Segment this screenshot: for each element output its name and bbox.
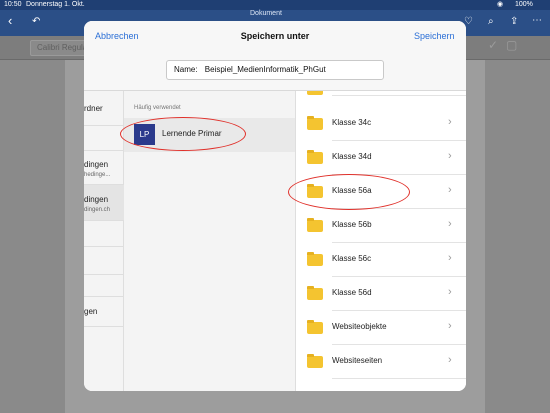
folder-label: Websiteobjekte [332,322,387,331]
folder-row[interactable]: Klasse 56b › [296,209,466,243]
location-blank [84,221,124,247]
chevron-right-icon: › [448,150,452,162]
chevron-right-icon: › [448,252,452,264]
location-item[interactable]: gen [84,297,124,327]
back-icon[interactable]: ‹ [8,13,12,28]
chevron-right-icon: › [448,116,452,128]
share-icon[interactable]: ⇪ [510,16,518,27]
folder-row[interactable]: Websiteseiten › [296,345,466,379]
annotation-circle [120,117,246,151]
window-title: Dokument [250,10,282,17]
folder-icon [307,150,323,164]
folder-row[interactable]: Websiteobjekte › [296,311,466,345]
status-date: Donnerstag 1. Okt. [26,1,85,8]
chevron-right-icon: › [448,286,452,298]
folder-icon [307,116,323,130]
folder-row[interactable]: Klasse 56c › [296,243,466,277]
folder-icon [307,354,323,368]
folder-icon [307,218,323,232]
more-icon[interactable]: ⋯ [532,15,542,26]
folder-icon [307,320,323,334]
folder-label: Klasse 34d [332,152,372,161]
save-button[interactable]: Speichern [414,31,455,41]
chevron-right-icon: › [448,218,452,230]
divider [332,95,466,96]
undo-icon[interactable]: ↶ [32,16,40,27]
status-bar: 10:50 Donnerstag 1. Okt. ◉ 100% [0,0,550,10]
location-blank[interactable] [84,275,124,297]
location-blank [84,126,124,151]
search-icon[interactable]: ⌕ [488,16,494,27]
status-battery: 100% [515,1,533,8]
folder-label: Klasse 56b [332,220,372,229]
status-time: 10:50 [4,1,22,8]
annotation-circle [288,174,410,210]
filename-value[interactable]: Beispiel_MedienInformatik_PhGut [205,65,326,74]
save-as-dialog: Abbrechen Speichern unter Speichern Name… [84,21,466,391]
recent-column: Häufig verwendet LP Lernende Primar [120,91,296,391]
folder-label: Klasse 34c [332,118,372,127]
comment-icon[interactable]: ▢ [506,38,517,52]
chevron-right-icon: › [448,320,452,332]
dialog-title: Speichern unter [240,31,310,41]
folder-icon [307,286,323,300]
folder-row[interactable]: Klasse 34d › [296,141,466,175]
chevron-right-icon: › [448,184,452,196]
location-item[interactable]: dingen hedinge... [84,151,124,185]
chevron-right-icon: › [448,354,452,366]
folder-icon [307,91,323,95]
location-item[interactable]: rdner [84,91,124,126]
filename-label: Name: [174,65,198,74]
folder-icon [307,252,323,266]
folder-label: Websiteseiten [332,356,383,365]
folder-label: Klasse 56d [332,288,372,297]
folder-label: Klasse 56c [332,254,372,263]
location-item-selected[interactable]: dingen dingen.ch [84,185,124,221]
folder-column: Klasse 34c › Klasse 34d › Klasse 56a › K… [288,91,466,391]
recent-section-label: Häufig verwendet [134,105,181,111]
locations-column: rdner dingen hedinge... dingen dingen.ch… [84,91,124,391]
wifi-icon: ◉ [497,1,504,8]
folder-row[interactable]: Klasse 34c › [296,107,466,141]
check-icon[interactable]: ✓ [488,38,498,52]
dialog-header: Abbrechen Speichern unter Speichern Name… [84,21,466,91]
filename-field[interactable]: Name: Beispiel_MedienInformatik_PhGut [166,60,384,80]
divider [332,378,466,379]
location-blank[interactable] [84,247,124,275]
folder-row[interactable]: Klasse 56d › [296,277,466,311]
